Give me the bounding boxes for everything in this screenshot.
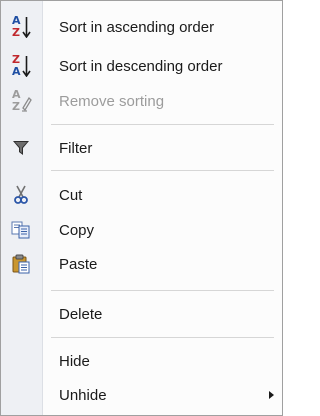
menu-item-copy[interactable]: Copy bbox=[1, 213, 282, 247]
cut-icon bbox=[9, 183, 33, 207]
menu-item-label: Filter bbox=[59, 139, 93, 157]
menu-item-label: Unhide bbox=[59, 386, 107, 404]
menu-item-label: Sort in descending order bbox=[59, 57, 223, 75]
menu-item-label: Delete bbox=[59, 305, 103, 323]
menu-item-label: Remove sorting bbox=[59, 92, 165, 110]
menu-item-cut[interactable]: Cut bbox=[1, 178, 282, 212]
menu-item-label: Hide bbox=[59, 352, 90, 370]
copy-icon bbox=[9, 218, 33, 242]
menu-item-remove-sorting[interactable]: A Z Remove sorting bbox=[1, 84, 282, 118]
sort-ascending-icon: A Z bbox=[9, 15, 33, 39]
remove-sort-letter-bottom: Z bbox=[12, 100, 20, 113]
submenu-arrow-icon bbox=[269, 391, 274, 399]
menu-item-paste[interactable]: Paste bbox=[1, 247, 282, 281]
menu-item-sort-ascending[interactable]: A Z Sort in ascending order bbox=[1, 10, 282, 44]
sort-desc-letter-top: Z bbox=[12, 53, 20, 66]
sort-desc-letter-bottom: A bbox=[12, 65, 21, 78]
menu-separator bbox=[51, 290, 274, 291]
sort-asc-letter-top: A bbox=[12, 14, 21, 27]
filter-icon bbox=[9, 136, 33, 160]
menu-item-sort-descending[interactable]: Z A Sort in descending order bbox=[1, 49, 282, 83]
menu-item-filter[interactable]: Filter bbox=[1, 131, 282, 165]
menu-separator bbox=[51, 170, 274, 171]
menu-item-label: Cut bbox=[59, 186, 83, 204]
remove-sort-letter-top: A bbox=[12, 88, 21, 101]
menu-item-label: Copy bbox=[59, 221, 95, 239]
menu-item-unhide[interactable]: Unhide bbox=[1, 378, 282, 412]
context-menu: A Z Sort in ascending order Z A Sort in … bbox=[0, 0, 283, 416]
sort-descending-icon: Z A bbox=[9, 54, 33, 78]
paste-icon bbox=[9, 252, 33, 276]
remove-sorting-icon: A Z bbox=[9, 89, 33, 113]
sort-asc-letter-bottom: Z bbox=[12, 26, 20, 39]
menu-item-label: Sort in ascending order bbox=[59, 18, 215, 36]
menu-item-delete[interactable]: Delete bbox=[1, 297, 282, 331]
menu-separator bbox=[51, 124, 274, 125]
menu-item-label: Paste bbox=[59, 255, 98, 273]
menu-item-hide[interactable]: Hide bbox=[1, 344, 282, 378]
menu-separator bbox=[51, 337, 274, 338]
